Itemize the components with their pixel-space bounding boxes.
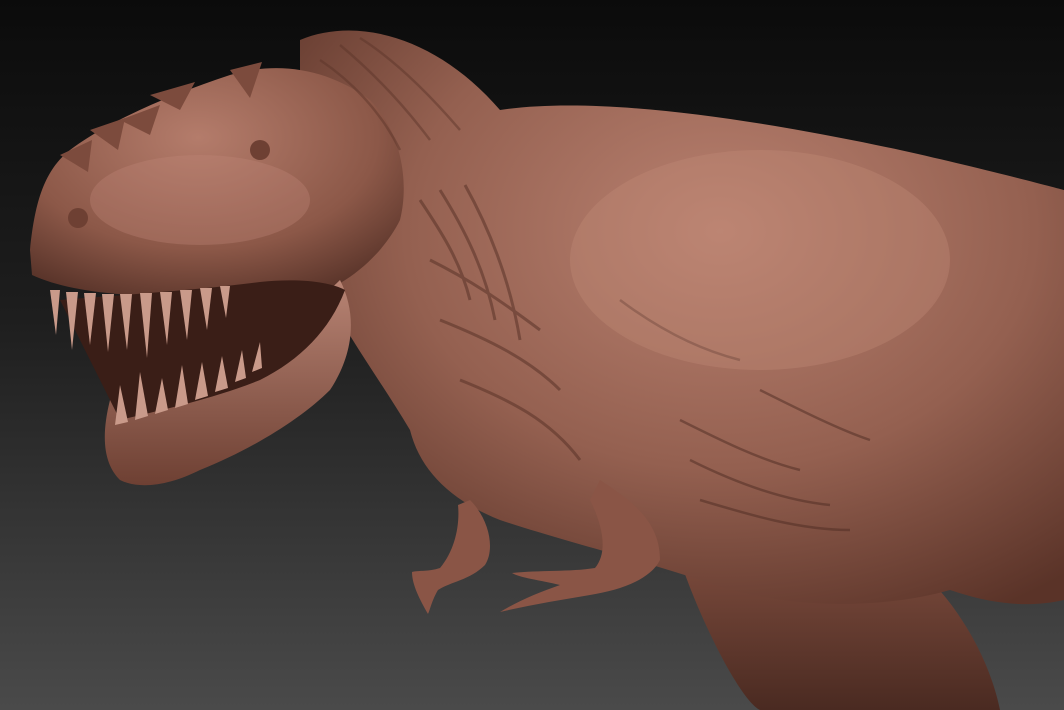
eye-right xyxy=(250,140,270,160)
dinosaur-sculpt-render xyxy=(0,0,1064,710)
eye-left xyxy=(68,208,88,228)
head-highlight xyxy=(90,155,310,245)
body-highlight xyxy=(570,150,950,370)
sculpt-viewport xyxy=(0,0,1064,710)
